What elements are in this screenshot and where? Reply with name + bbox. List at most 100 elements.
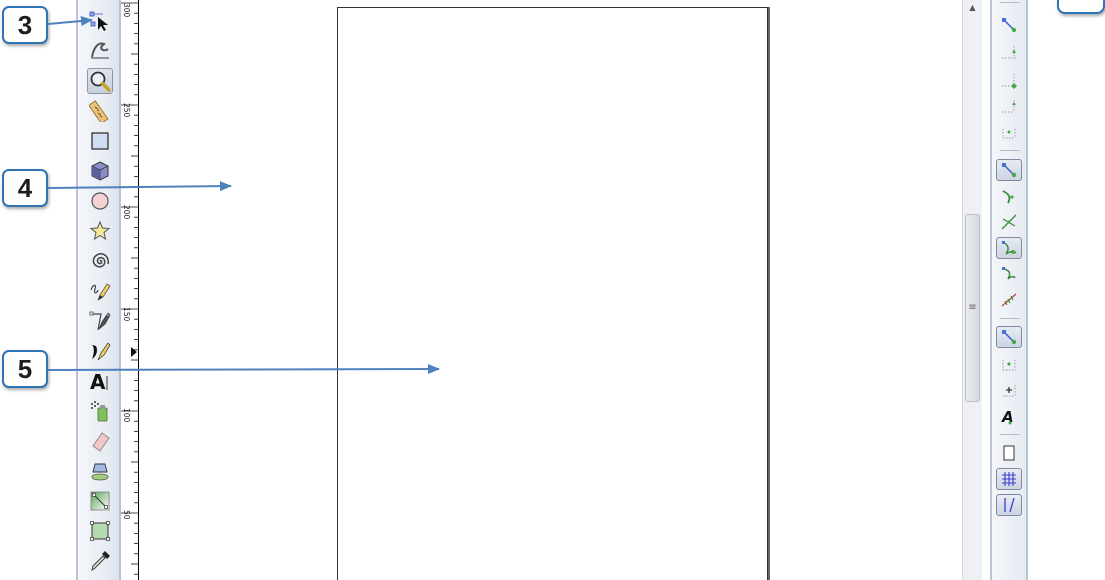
tool-measure[interactable]: [87, 98, 113, 124]
tool-3dbox[interactable]: [87, 158, 113, 184]
snap-bbox-center-icon: [1002, 129, 1016, 139]
tool-pen[interactable]: [87, 308, 113, 334]
rectangle-tool-icon: [91, 132, 109, 150]
drawing-canvas[interactable]: [140, 0, 962, 580]
snap-grid-button[interactable]: [996, 468, 1022, 490]
snap-smooth-nodes-icon: [1002, 267, 1016, 280]
spray-tool-icon: [91, 401, 108, 422]
node-tool-icon: [89, 11, 108, 31]
ruler-label-50: 50: [122, 510, 131, 520]
snap-smooth-nodes-button[interactable]: [996, 263, 1022, 285]
snap-page-border-icon: [1003, 445, 1015, 461]
snap-separator: [1000, 150, 1020, 151]
snap-intersections-button[interactable]: [996, 211, 1022, 233]
tool-calligraphy[interactable]: [87, 338, 113, 364]
snap-others-button[interactable]: [996, 326, 1022, 348]
snap-separator: [1000, 434, 1020, 435]
ruler-label-300: 300: [122, 3, 131, 18]
ellipse-tool-icon: [91, 192, 109, 210]
grip-icon: ≡: [968, 302, 977, 313]
snap-text-baseline-button[interactable]: A: [996, 405, 1022, 427]
snap-guides-button[interactable]: [996, 494, 1022, 516]
calligraphy-tool-icon: [92, 342, 111, 361]
snap-nodes-icon: [1002, 163, 1017, 178]
tool-star[interactable]: [87, 218, 113, 244]
snap-paths-button[interactable]: [996, 186, 1022, 208]
snap-rotation-center-button[interactable]: [996, 379, 1022, 401]
tool-text[interactable]: A: [87, 368, 113, 394]
tool-ellipse[interactable]: [87, 188, 113, 214]
vertical-scrollbar[interactable]: ▲ ≡: [962, 0, 982, 580]
3d-box-tool-icon: [91, 161, 109, 181]
snap-object-center-button[interactable]: [996, 353, 1022, 375]
spiral-tool-icon: [92, 253, 109, 268]
paint-bucket-tool-icon: [91, 463, 109, 481]
dropper-tool-icon: [91, 551, 110, 572]
star-tool-icon: [89, 220, 111, 241]
snap-separator: [1000, 318, 1020, 319]
scroll-up-button[interactable]: ▲: [963, 0, 982, 14]
vertical-ruler: 300 250 200 150 100 50: [121, 0, 139, 580]
tool-spiral[interactable]: [87, 248, 113, 274]
snap-grid-icon: [1002, 472, 1016, 486]
svg-text:A: A: [1001, 408, 1014, 425]
tool-node[interactable]: [87, 8, 113, 34]
callout-5-number: 5: [17, 353, 33, 384]
snap-bbox-midpoint-button[interactable]: [996, 96, 1022, 118]
tool-rectangle[interactable]: [87, 128, 113, 154]
ruler-label-200: 200: [122, 205, 131, 220]
snap-line-midpoints-button[interactable]: [996, 289, 1022, 311]
snap-bbox-midpoint-icon: [1002, 100, 1016, 113]
snap-paths-icon: [1002, 190, 1014, 204]
tool-pencil[interactable]: [87, 278, 113, 304]
text-tool-icon: A: [90, 370, 108, 392]
snap-bbox-edge-icon: [1002, 46, 1016, 59]
snap-bbox-edge-button[interactable]: [996, 42, 1022, 64]
tool-dropper[interactable]: [87, 548, 113, 574]
snap-cusp-nodes-button[interactable]: [996, 237, 1022, 259]
tool-gradient[interactable]: [87, 488, 113, 514]
gradient-tool-icon: [90, 491, 110, 511]
pen-tool-icon: [89, 311, 111, 331]
page-area[interactable]: [337, 7, 768, 580]
snap-guides-icon: [1004, 497, 1015, 513]
snap-bbox-corner-icon: [1002, 74, 1017, 89]
snap-bbox-corner-button[interactable]: [996, 70, 1022, 92]
snap-text-baseline-icon: A: [1001, 408, 1014, 425]
arrow-up-icon: ▲: [969, 2, 976, 12]
callout-4: 4: [2, 169, 48, 207]
toolbox: A: [76, 0, 121, 580]
zoom-tool-icon: [90, 71, 111, 92]
pencil-tool-icon: [90, 283, 111, 301]
ruler-ticks: 300 250 200 150 100 50: [121, 2, 139, 575]
callout-4-number: 4: [17, 172, 33, 203]
snap-object-center-icon: [1002, 360, 1016, 371]
snap-rotation-center-icon: [1003, 385, 1016, 397]
tool-zoom[interactable]: [87, 68, 113, 94]
eraser-tool-icon: [92, 432, 110, 452]
callout-3: 3: [2, 6, 48, 44]
inkscape-window: 3 4 5 A 300 250 200 150 100 50 ▲ ≡ A: [0, 0, 1105, 580]
tool-mesh[interactable]: [87, 518, 113, 544]
ruler-label-250: 250: [122, 103, 131, 118]
snap-line-midpoints-icon: [1001, 293, 1017, 307]
measure-tool-icon: [89, 100, 109, 122]
callout-3-number: 3: [17, 9, 33, 40]
tool-paint-bucket[interactable]: [87, 458, 113, 484]
callout-partial: [1057, 0, 1105, 14]
tool-eraser[interactable]: [87, 428, 113, 454]
snap-others-icon: [1002, 330, 1017, 345]
snap-cusp-nodes-icon: [1002, 241, 1017, 255]
tool-tweak[interactable]: [87, 36, 113, 62]
ruler-label-100: 100: [122, 408, 131, 423]
snap-bbox-button[interactable]: [996, 14, 1022, 36]
snap-nodes-button[interactable]: [996, 159, 1022, 181]
callout-5: 5: [2, 350, 48, 388]
scroll-thumb[interactable]: ≡: [965, 214, 980, 402]
ruler-pointer-icon: [131, 347, 137, 357]
tool-spray[interactable]: [87, 398, 113, 424]
snap-bbox-icon: [1002, 18, 1017, 33]
tweak-tool-icon: [91, 42, 109, 59]
snap-bbox-center-button[interactable]: [996, 122, 1022, 144]
snap-page-border-button[interactable]: [996, 442, 1022, 464]
